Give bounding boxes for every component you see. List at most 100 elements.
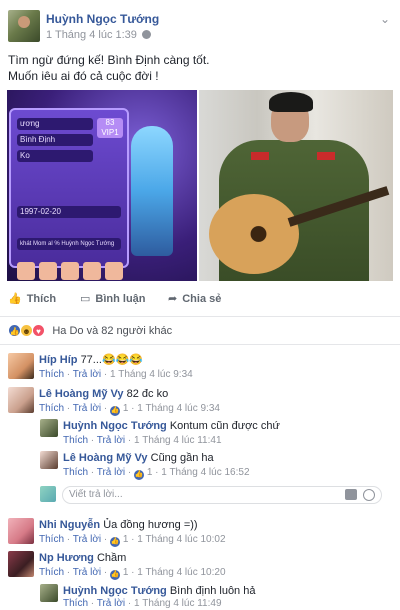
reply-reply-link[interactable]: Trả lời [97, 435, 125, 446]
reactions-summary[interactable]: 👍 ☻ ♥ Ha Do và 82 người khác [8, 323, 172, 339]
comment-time[interactable]: 1 Tháng 4 lúc 9:34 [110, 369, 193, 380]
thumbs-up-icon: 👍 [110, 570, 121, 580]
reply-body: Lê Hoàng Mỹ Vy Cũng gần ha [63, 451, 214, 465]
reply-input[interactable]: Viết trả lời... [62, 486, 382, 504]
author-name[interactable]: Huỳnh Ngọc Tướng [46, 12, 159, 26]
globe-icon [141, 30, 151, 39]
commenter-name[interactable]: Híp Híp [39, 354, 78, 366]
photo-person-hair [269, 92, 313, 112]
comment-reply-link[interactable]: Trả lời [73, 567, 101, 578]
reply-body: Huỳnh Ngọc Tướng Bình định luôn hả [63, 584, 255, 598]
commenter-name[interactable]: Np Hương [39, 552, 94, 564]
replier-name[interactable]: Lê Hoàng Mỹ Vy [63, 452, 148, 464]
comment-reply-link[interactable]: Trả lời [73, 403, 101, 414]
comment-like-link[interactable]: Thích [39, 567, 64, 578]
post-text: Tìm ngừ đứng kế! Bình Định càng tốt. Muố… [8, 52, 392, 84]
comment-button[interactable]: ▭ Bình luận [80, 292, 146, 305]
commenter-name[interactable]: Lê Hoàng Mỹ Vy [39, 388, 124, 400]
thumbs-up-icon: 👍 [8, 293, 22, 305]
game-item [17, 262, 35, 280]
game-item [61, 262, 79, 280]
reply-meta: Thích · Trả lời · 👍 1 · 1 Tháng 4 lúc 16… [63, 467, 250, 480]
comment-meta: Thích · Trả lời · 👍 1 · 1 Tháng 4 lúc 9:… [39, 403, 220, 416]
love-reaction-icon: ♥ [32, 324, 45, 338]
post-text-line: Muốn iêu ai đó cả cuộc đời ! [8, 69, 159, 83]
reply-reply-link[interactable]: Trả lời [97, 467, 125, 478]
game-row: 1997-02-20 [17, 206, 121, 218]
like-button[interactable]: 👍 Thích [8, 292, 56, 305]
game-item [39, 262, 57, 280]
comment-like-count[interactable]: 1 [123, 534, 129, 545]
game-row: Ko [17, 150, 93, 162]
reply-like-link[interactable]: Thích [63, 598, 88, 609]
comment-reply-link[interactable]: Trả lời [73, 534, 101, 545]
divider [0, 316, 400, 317]
post-actions: 👍 Thích ▭ Bình luận ➦ Chia sẻ [8, 289, 392, 313]
comment-like-count[interactable]: 1 [123, 567, 129, 578]
reply-time[interactable]: 1 Tháng 4 lúc 16:52 [161, 467, 249, 478]
comment-body: Np Hương Chầm [39, 551, 126, 565]
reply-like-link[interactable]: Thích [63, 435, 88, 446]
camera-icon[interactable] [345, 489, 357, 500]
post-time-text[interactable]: 1 Tháng 4 lúc 1:39 [46, 29, 137, 41]
comment-meta: Thích · Trả lời · 1 Tháng 4 lúc 9:34 [39, 369, 193, 380]
replier-avatar[interactable] [40, 451, 58, 469]
reply-like-link[interactable]: Thích [63, 467, 88, 478]
post-time[interactable]: 1 Tháng 4 lúc 1:39 [46, 29, 151, 41]
game-character [131, 126, 173, 256]
share-button[interactable]: ➦ Chia sẻ [168, 292, 221, 305]
share-icon: ➦ [168, 293, 178, 305]
game-badge-number: 83 [105, 118, 115, 127]
comment-like-link[interactable]: Thích [39, 534, 64, 545]
reply-text: Kontum cũn được chứ [169, 420, 280, 432]
replier-name[interactable]: Huỳnh Ngọc Tướng [63, 585, 167, 597]
thumbs-up-icon: 👍 [110, 537, 121, 547]
comment-meta: Thích · Trả lời · 👍 1 · 1 Tháng 4 lúc 10… [39, 534, 226, 547]
share-label: Chia sẻ [182, 293, 222, 305]
comment-like-link[interactable]: Thích [39, 403, 64, 414]
reply-text: Cũng gần ha [150, 452, 214, 464]
replier-avatar[interactable] [40, 584, 58, 602]
commenter-name[interactable]: Nhi Nguyễn [39, 519, 100, 531]
reply-placeholder: Viết trả lời... [69, 489, 123, 500]
reply-reply-link[interactable]: Trả lời [97, 598, 125, 609]
replier-name[interactable]: Huỳnh Ngọc Tướng [63, 420, 167, 432]
comment-time[interactable]: 1 Tháng 4 lúc 9:34 [137, 403, 220, 414]
comment-reply-link[interactable]: Trả lời [73, 369, 101, 380]
replier-avatar[interactable] [40, 419, 58, 437]
current-user-avatar [40, 486, 56, 502]
reply-meta: Thích · Trả lời · 1 Tháng 4 lúc 11:41 [63, 435, 222, 446]
emoji-icon[interactable] [363, 489, 375, 501]
chevron-down-icon[interactable]: ⌄ [380, 12, 390, 26]
comment-text: Ủa đồng hương =)) [103, 519, 198, 531]
comment-like-count[interactable]: 1 [123, 403, 129, 414]
commenter-avatar[interactable] [8, 551, 34, 577]
comment-like-link[interactable]: Thích [39, 369, 64, 380]
commenter-avatar[interactable] [8, 353, 34, 379]
thumbs-up-icon: 👍 [134, 470, 145, 480]
game-row: khát Mom al % Huỳnh Ngọc Tướng [17, 238, 121, 250]
comment-time[interactable]: 1 Tháng 4 lúc 10:20 [137, 567, 225, 578]
game-badge-vip: VIP1 [101, 128, 119, 137]
author-avatar[interactable] [8, 10, 40, 42]
comment-meta: Thích · Trả lời · 👍 1 · 1 Tháng 4 lúc 10… [39, 567, 226, 580]
photo-guitar-soldier[interactable] [199, 90, 393, 281]
comment-time[interactable]: 1 Tháng 4 lúc 10:02 [137, 534, 225, 545]
post-text-line: Tìm ngừ đứng kế! Bình Định càng tốt. [8, 53, 210, 67]
reactions-text[interactable]: Ha Do và 82 người khác [52, 325, 172, 337]
reply-composer: Viết trả lời... [40, 486, 382, 504]
photo-grid: ương Bình Định Ko 1997-02-20 khát Mom al… [0, 90, 400, 281]
comment-body: Híp Híp 77...😂😂😂 [39, 353, 143, 367]
reply-like-count[interactable]: 1 [147, 467, 153, 478]
reply-text: Bình định luôn hả [169, 585, 256, 597]
commenter-avatar[interactable] [8, 387, 34, 413]
commenter-avatar[interactable] [8, 518, 34, 544]
comment-text: 82 đc ko [126, 388, 169, 400]
thumbs-up-icon: 👍 [110, 406, 121, 416]
photo-game-screenshot[interactable]: ương Bình Định Ko 1997-02-20 khát Mom al… [7, 90, 197, 281]
comment-text: 77...😂😂😂 [80, 354, 144, 366]
reply-body: Huỳnh Ngọc Tướng Kontum cũn được chứ [63, 419, 280, 433]
reply-time[interactable]: 1 Tháng 4 lúc 11:49 [134, 598, 221, 609]
photo-epaulet [317, 152, 335, 160]
reply-time[interactable]: 1 Tháng 4 lúc 11:41 [134, 435, 221, 446]
